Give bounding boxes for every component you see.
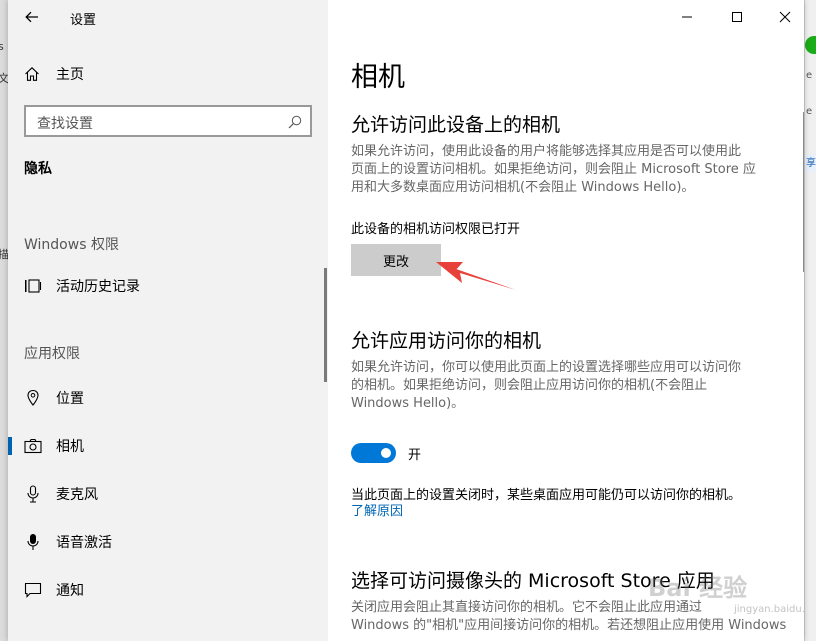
background-text-fragment: e [806, 70, 813, 81]
app-title: 设置 [70, 13, 97, 28]
watermark: Bai 经验 [648, 574, 748, 602]
close-button[interactable] [762, 0, 804, 34]
sidebar-item-home[interactable]: 主页 [24, 62, 84, 86]
store-apps-description: 关闭应用会阻止其直接访问你的相机。它不会阻止此应用通过 Windows 的"相机… [351, 600, 787, 633]
app-access-description: 如果允许访问，你可以使用此页面上的设置选择哪些应用可以访问你 的相机。如果拒绝访… [351, 360, 742, 411]
camera-access-toggle[interactable] [351, 443, 396, 463]
change-button[interactable]: 更改 [351, 244, 441, 276]
maximize-icon [732, 12, 742, 22]
learn-why-link[interactable]: 了解原因 [351, 500, 403, 519]
section-heading-privacy: 隐私 [24, 161, 52, 177]
location-icon [24, 389, 42, 407]
content-scrollbar[interactable] [803, 112, 804, 272]
sidebar-item-camera[interactable]: 相机 [8, 426, 328, 466]
home-icon [25, 67, 39, 81]
sidebar-item-label: 活动历史记录 [56, 279, 140, 295]
app-access-heading: 允许应用访问你的相机 [351, 330, 542, 352]
background-text-fragment: s [0, 40, 4, 53]
background-window-right: e e 享 [804, 0, 816, 641]
sidebar-item-label: 位置 [56, 391, 84, 407]
background-window-left: s 文 描 [0, 0, 9, 641]
sidebar-item-label: 通知 [56, 583, 84, 599]
background-text-fragment: e [806, 106, 813, 117]
watermark-sub: jingyan.baidu.com [734, 604, 804, 615]
sidebar-item-label: 主页 [56, 67, 84, 83]
back-arrow-icon [25, 11, 38, 23]
sidebar-item-location[interactable]: 位置 [8, 378, 328, 418]
minimize-icon [682, 16, 692, 18]
sidebar-item-activity-history[interactable]: 活动历史记录 [8, 266, 328, 306]
background-green-badge [805, 36, 816, 54]
camera-icon [24, 437, 42, 455]
page-title: 相机 [351, 62, 405, 93]
sidebar-item-label: 语音激活 [56, 535, 112, 551]
toggle-state-label: 开 [408, 448, 422, 463]
minimize-button[interactable] [664, 0, 710, 34]
device-access-heading: 允许访问此设备上的相机 [351, 114, 561, 136]
sidebar-item-voice-activation[interactable]: 语音激活 [8, 522, 328, 562]
search-placeholder: 查找设置 [37, 116, 93, 132]
search-icon [288, 115, 302, 129]
close-icon [779, 11, 791, 23]
sidebar-item-notification[interactable]: 通知 [8, 570, 328, 610]
group-heading-app-permissions: 应用权限 [24, 346, 80, 362]
device-access-status: 此设备的相机访问权限已打开 [351, 222, 521, 237]
sidebar-item-microphone[interactable]: 麦克风 [8, 474, 328, 514]
search-input[interactable]: 查找设置 [24, 105, 312, 137]
content-pane: 相机 允许访问此设备上的相机 如果允许访问，使用此设备的用户将能够选择其应用是否… [328, 0, 804, 641]
sidebar: 设置 主页 查找设置 隐私 Windows 权限 活动历史记录 应用权限 位置 … [8, 0, 328, 641]
microphone-icon [24, 485, 42, 503]
sidebar-item-label: 相机 [56, 439, 84, 455]
desktop-apps-note: 当此页面上的设置关闭时，某些桌面应用可能仍可以访问你的相机。 [351, 488, 742, 503]
maximize-button[interactable] [714, 0, 760, 34]
settings-window: 设置 主页 查找设置 隐私 Windows 权限 活动历史记录 应用权限 位置 … [8, 0, 804, 641]
sidebar-scrollbar[interactable] [324, 268, 327, 382]
sidebar-item-label: 麦克风 [56, 487, 98, 503]
notification-icon [24, 581, 42, 599]
device-access-description: 如果允许访问，使用此设备的用户将能够选择其应用是否可以使用此 页面上的设置访问相… [351, 144, 756, 195]
background-text-fragment: 享 [805, 154, 816, 172]
group-heading-windows-permissions: Windows 权限 [24, 237, 119, 253]
activity-history-icon [24, 277, 42, 295]
toggle-knob [381, 448, 391, 458]
voice-activation-icon [24, 533, 42, 551]
back-button[interactable] [20, 6, 44, 28]
